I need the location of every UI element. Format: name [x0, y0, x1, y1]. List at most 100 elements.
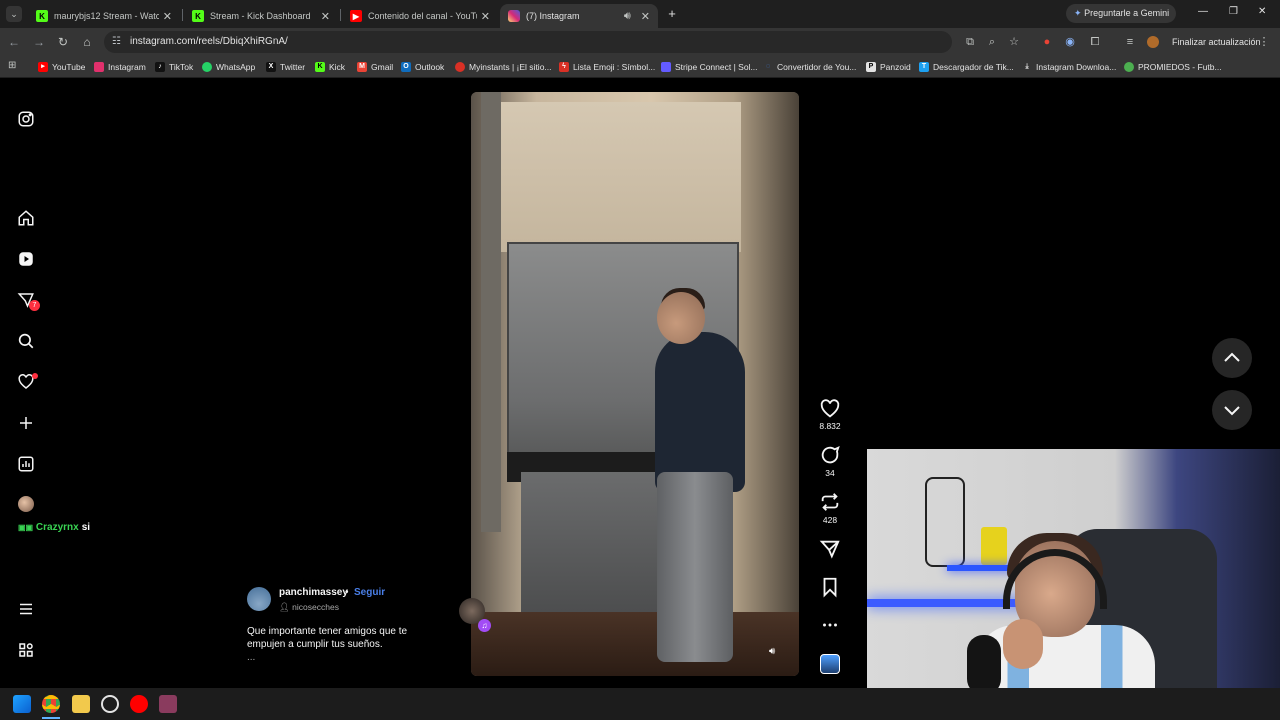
new-tab-button[interactable]: + — [664, 6, 680, 22]
bookmark-promiedos[interactable]: PROMIEDOS - Futb... — [1124, 59, 1222, 75]
profile-avatar[interactable] — [1147, 36, 1159, 48]
app-icon[interactable] — [101, 695, 119, 713]
close-tab-icon[interactable]: ✕ — [163, 10, 172, 23]
close-window-icon[interactable]: ✕ — [1258, 6, 1266, 17]
windows-start-icon[interactable] — [13, 695, 31, 713]
bookmark-ig-downloader[interactable]: ⤓ Instagram Downloa... — [1022, 59, 1116, 75]
bookmarks-bar: ⊞ ▸ YouTube Instagram ♪ TikTok WhatsApp XT… — [0, 56, 1280, 78]
apps-grid-icon[interactable]: ⊞ — [8, 60, 16, 71]
reload-icon[interactable]: ↻ — [55, 34, 71, 50]
steam-icon[interactable] — [159, 695, 177, 713]
browser-tab[interactable]: ▶ Contenido del canal - YouTube ✕ — [342, 4, 498, 28]
create-plus-icon[interactable] — [17, 414, 35, 432]
tab-title: Contenido del canal - YouTube — [368, 11, 477, 21]
update-button[interactable]: Finalizar actualización — [1172, 34, 1261, 50]
apps-icon[interactable] — [17, 641, 35, 659]
bookmark-panzoid[interactable]: P Panzoid — [866, 59, 911, 75]
install-app-icon[interactable]: ⧉ — [962, 34, 978, 50]
author-avatar[interactable] — [247, 587, 271, 611]
overlay-message: si — [81, 522, 91, 533]
bookmark-descargador[interactable]: T Descargador de Tik... — [919, 59, 1014, 75]
browser-tab-active[interactable]: (7) Instagram 🔊︎ ✕ — [500, 4, 658, 28]
search-icon[interactable] — [17, 332, 35, 350]
chrome-icon[interactable] — [42, 695, 60, 713]
more-menu-icon[interactable] — [17, 600, 35, 618]
back-icon[interactable]: ← — [6, 34, 22, 50]
activity-dot — [32, 373, 38, 379]
download-icon: ⤓ — [1025, 63, 1029, 70]
volume-icon[interactable]: 🔊︎ — [769, 646, 783, 660]
promiedos-icon — [1124, 62, 1134, 72]
bookmark-star-icon[interactable]: ☆ — [1006, 34, 1022, 50]
address-bar[interactable]: ☷ instagram.com/reels/DbiqXhiRGnA/ — [104, 31, 952, 53]
extension-icon[interactable]: ● — [1039, 34, 1055, 50]
bookmark-convertidor[interactable]: ◌ Convertidor de You... — [763, 59, 856, 75]
person-icon: 👤︎ — [279, 602, 290, 612]
reposts-count: 428 — [822, 515, 838, 525]
collaborator-line[interactable]: 👤︎ nicosecches — [279, 602, 339, 613]
wall-drawing — [925, 477, 965, 567]
streamer-webcam — [867, 449, 1280, 720]
reels-icon[interactable] — [17, 250, 35, 268]
save-bookmark-icon[interactable] — [819, 576, 841, 598]
file-explorer-icon[interactable] — [72, 695, 90, 713]
bookmark-myinstants[interactable]: Myinstants | ¡El sitio... — [455, 59, 552, 75]
minimize-icon[interactable]: — — [1198, 6, 1208, 17]
close-tab-icon[interactable]: ✕ — [641, 10, 650, 23]
close-tab-icon[interactable]: ✕ — [321, 10, 330, 23]
bookmark-instagram[interactable]: Instagram — [94, 59, 146, 75]
bookmark-whatsapp[interactable]: WhatsApp — [202, 59, 255, 75]
home-icon[interactable] — [17, 209, 35, 227]
youtube-icon[interactable] — [130, 695, 148, 713]
browser-tab[interactable]: K maurybjs12 Stream - Watch Liv ✕ — [28, 4, 180, 28]
share-icon[interactable] — [819, 538, 841, 560]
gemini-button[interactable]: ✦ Preguntarle a Gemini — [1066, 4, 1176, 23]
bookmark-gmail[interactable]: M Gmail — [357, 59, 393, 75]
myinstants-icon — [455, 62, 465, 72]
chevron-down-icon — [1224, 406, 1240, 416]
follow-button[interactable]: Seguir — [354, 587, 385, 598]
bookmark-youtube[interactable]: ▸ YouTube — [38, 59, 85, 75]
instagram-icon — [94, 62, 104, 72]
profile-avatar[interactable] — [18, 496, 34, 512]
dashboard-icon[interactable] — [17, 455, 35, 473]
caption-more[interactable]: ... — [247, 652, 255, 663]
x-icon: X — [266, 62, 276, 72]
extensions-puzzle-icon[interactable]: ⧠ — [1087, 34, 1103, 50]
bookmark-kick[interactable]: K Kick — [315, 59, 345, 75]
author-username[interactable]: panchimassey — [279, 587, 348, 598]
previous-reel-button[interactable] — [1212, 338, 1252, 378]
bookmark-twitter[interactable]: X Twitter — [266, 59, 305, 75]
instagram-logo-icon[interactable] — [17, 110, 35, 128]
menu-kebab-icon[interactable]: ⋮ — [1256, 34, 1272, 50]
youtube-icon: ▶ — [350, 10, 362, 22]
reading-list-icon[interactable]: ≡ — [1122, 34, 1138, 50]
restore-icon[interactable]: ❐ — [1229, 6, 1238, 17]
comments-count: 34 — [825, 468, 835, 478]
next-reel-button[interactable] — [1212, 390, 1252, 430]
forward-icon[interactable]: → — [31, 34, 47, 50]
like-heart-icon[interactable] — [819, 398, 841, 420]
overlay-username: Crazyrnx — [35, 522, 79, 533]
repost-icon[interactable] — [819, 491, 841, 513]
caption-line: empujen a cumplir tus sueños. — [247, 639, 383, 650]
home-icon[interactable]: ⌂ — [79, 34, 95, 50]
close-tab-icon[interactable]: ✕ — [481, 10, 490, 23]
bookmark-stripe[interactable]: Stripe Connect | Sol... — [661, 59, 758, 75]
comment-icon[interactable] — [819, 444, 841, 466]
extension-icon[interactable]: ◉ — [1062, 34, 1078, 50]
speaker-icon[interactable]: 🔊︎ — [624, 10, 631, 23]
bookmark-emoji[interactable]: ϟ Lista Emoji : Símbol... — [559, 59, 655, 75]
bookmark-tiktok[interactable]: ♪ TikTok — [155, 59, 193, 75]
more-options-icon[interactable] — [819, 614, 841, 636]
site-info-icon[interactable]: ☷ — [112, 31, 121, 53]
audio-thumbnail[interactable] — [820, 654, 840, 674]
kick-icon: K — [315, 62, 325, 72]
zoom-icon[interactable]: ⌕ — [984, 34, 1000, 50]
reel-video[interactable]: 🔊︎ — [471, 92, 799, 676]
tab-search-button[interactable]: ⌄ — [6, 6, 22, 22]
stripe-icon — [661, 62, 671, 72]
person-figure — [655, 332, 745, 492]
bookmark-outlook[interactable]: O Outlook — [401, 59, 444, 75]
browser-tab[interactable]: K Stream - Kick Dashboard ✕ — [184, 4, 338, 28]
